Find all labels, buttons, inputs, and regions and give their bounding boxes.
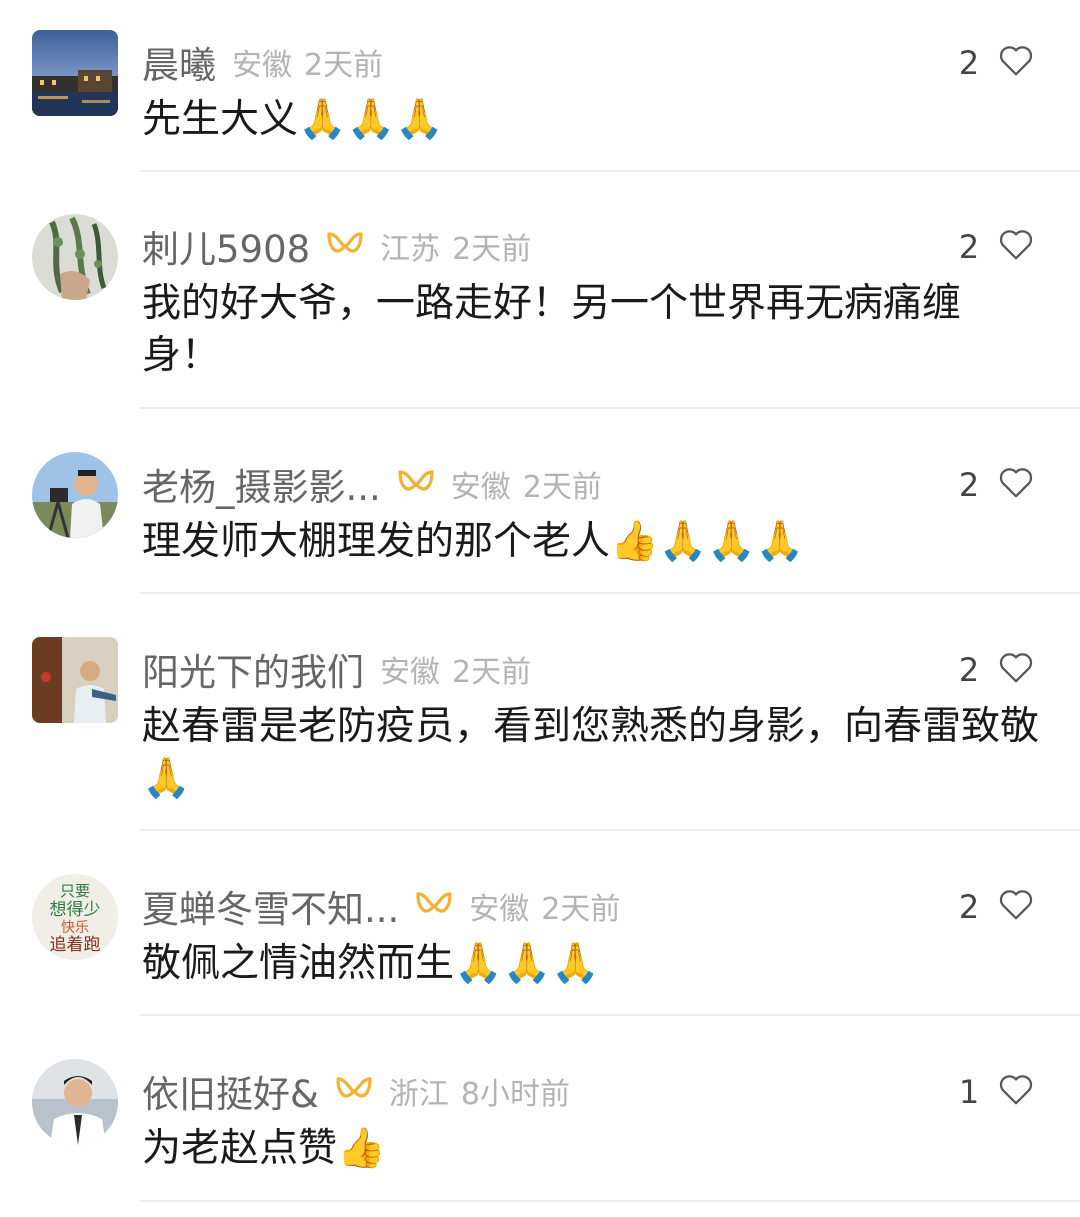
like-count: 2 — [958, 651, 980, 689]
timestamp: 2天前 — [452, 655, 532, 690]
avatar[interactable] — [32, 214, 118, 300]
divider — [140, 829, 1080, 831]
fan-badge-icon — [335, 1075, 373, 1107]
avatar-image — [32, 30, 118, 116]
like-count: 2 — [958, 44, 980, 82]
avatar-image — [32, 214, 118, 300]
comment-meta: 阳光下的我们 安徽 2天前 — [142, 642, 532, 696]
heart-icon[interactable] — [998, 465, 1034, 501]
divider — [140, 170, 1080, 172]
username[interactable]: 刺儿5908 — [142, 219, 310, 273]
username[interactable]: 阳光下的我们 — [142, 642, 364, 696]
username[interactable]: 依旧挺好& — [142, 1064, 319, 1118]
avatar-text: 只要 — [60, 882, 90, 900]
comment-meta: 老杨_摄影影... 安徽 2天前 — [142, 457, 602, 511]
location: 浙江 — [388, 1077, 449, 1112]
fan-badge-icon — [397, 468, 435, 500]
timestamp: 2天前 — [304, 48, 384, 83]
divider — [140, 1014, 1080, 1016]
divider — [140, 592, 1080, 594]
heart-icon[interactable] — [998, 650, 1034, 686]
timestamp: 2天前 — [522, 470, 602, 505]
avatar-image: 只要 想得少 快乐 追着跑 — [32, 874, 118, 960]
location: 安徽 — [232, 48, 292, 83]
avatar-image — [32, 1059, 118, 1145]
comment-text: 敬佩之情油然而生🙏🙏🙏 — [142, 941, 600, 986]
comment-text: 我的好大爷，一路走好！另一个世界再无病痛缠身！ — [142, 281, 962, 378]
timestamp: 2天前 — [452, 232, 532, 267]
timestamp: 2天前 — [541, 892, 621, 927]
avatar-text: 追着跑 — [50, 935, 101, 955]
location: 安徽 — [380, 655, 440, 690]
comment-text: 为老赵点赞👍 — [142, 1126, 386, 1171]
like-count: 2 — [958, 466, 980, 504]
comment-text: 先生大义🙏🙏🙏 — [142, 97, 444, 142]
like-count: 2 — [958, 228, 980, 266]
divider — [140, 1200, 1080, 1202]
timestamp: 8小时前 — [460, 1077, 570, 1112]
location: 安徽 — [450, 470, 511, 505]
like-count: 2 — [958, 888, 980, 926]
comment-meta: 依旧挺好& 浙江 8小时前 — [142, 1064, 570, 1118]
location: 江苏 — [380, 232, 441, 267]
like-count: 1 — [958, 1073, 980, 1111]
username[interactable]: 夏蝉冬雪不知... — [142, 879, 399, 933]
username[interactable]: 晨曦 — [142, 35, 216, 89]
heart-icon[interactable] — [998, 1072, 1034, 1108]
comment-meta: 刺儿5908 江苏 2天前 — [142, 219, 532, 273]
avatar-text: 快乐 — [61, 920, 89, 936]
comment-meta: 晨曦 安徽 2天前 — [142, 35, 384, 89]
avatar-text: 想得少 — [50, 900, 101, 920]
avatar-image — [32, 452, 118, 538]
heart-icon[interactable] — [998, 43, 1034, 79]
fan-badge-icon — [415, 890, 453, 922]
heart-icon[interactable] — [998, 227, 1034, 263]
username[interactable]: 老杨_摄影影... — [142, 457, 381, 511]
comment-text: 理发师大棚理发的那个老人👍🙏🙏🙏 — [142, 519, 805, 564]
avatar[interactable] — [32, 637, 118, 723]
heart-icon[interactable] — [998, 887, 1034, 923]
avatar[interactable] — [32, 452, 118, 538]
location: 安徽 — [469, 892, 530, 927]
avatar[interactable]: 只要 想得少 快乐 追着跑 — [32, 874, 118, 960]
avatar-image — [32, 637, 118, 723]
fan-badge-icon — [326, 230, 364, 262]
comment-text: 赵春雷是老防疫员，看到您熟悉的身影，向春雷致敬🙏 — [142, 704, 1040, 801]
avatar[interactable] — [32, 30, 118, 116]
comment-meta: 夏蝉冬雪不知... 安徽 2天前 — [142, 879, 621, 933]
divider — [140, 407, 1080, 409]
avatar[interactable] — [32, 1059, 118, 1145]
